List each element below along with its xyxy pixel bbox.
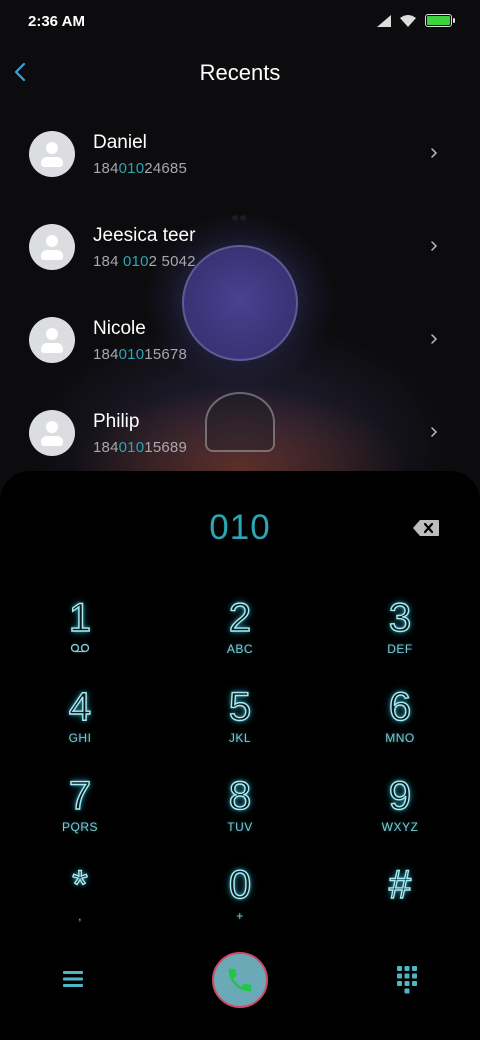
key-8[interactable]: 8 TUV bbox=[185, 773, 295, 854]
status-bar: 2:36 AM bbox=[0, 0, 480, 44]
contact-number: 18401015689 bbox=[93, 439, 187, 456]
key-6[interactable]: 6 MNO bbox=[345, 684, 455, 765]
avatar bbox=[29, 131, 75, 177]
recents-list: Daniel 18401024685 Jeesica teer 184 0102… bbox=[0, 113, 480, 485]
contact-name: Nicole bbox=[93, 318, 146, 339]
contact-number: 184 0102 5042 bbox=[93, 253, 196, 270]
call-button[interactable] bbox=[212, 952, 268, 1008]
contact-number: 18401024685 bbox=[93, 160, 187, 177]
contact-number: 18401015678 bbox=[93, 346, 187, 363]
key-2[interactable]: 2 ABC bbox=[185, 595, 295, 676]
key-hash[interactable]: # bbox=[345, 862, 455, 943]
wifi-icon bbox=[400, 14, 416, 27]
contact-name: Jeesica teer bbox=[93, 225, 196, 246]
cell-signal-icon bbox=[377, 14, 391, 27]
list-item[interactable]: Nicole 18401015678 bbox=[0, 299, 480, 392]
chevron-right-icon[interactable] bbox=[426, 424, 442, 440]
list-item[interactable]: Jeesica teer 184 0102 5042 bbox=[0, 206, 480, 299]
chevron-right-icon[interactable] bbox=[426, 331, 442, 347]
status-time: 2:36 AM bbox=[28, 13, 85, 30]
key-0[interactable]: 0 + bbox=[185, 862, 295, 943]
battery-icon bbox=[425, 14, 455, 27]
avatar bbox=[29, 410, 75, 456]
dialpad-panel: 010 1 2 ABC 3 DEF 4 GHI 5 JKL 6 MNO 7 PQ… bbox=[0, 471, 480, 1040]
menu-icon[interactable] bbox=[58, 964, 88, 994]
contact-name: Philip bbox=[93, 411, 140, 432]
key-5[interactable]: 5 JKL bbox=[185, 684, 295, 765]
dialer-bottom-bar bbox=[0, 946, 480, 1016]
key-9[interactable]: 9 WXYZ bbox=[345, 773, 455, 854]
page-title: Recents bbox=[199, 60, 281, 85]
avatar bbox=[29, 317, 75, 363]
chevron-right-icon[interactable] bbox=[426, 145, 442, 161]
key-7[interactable]: 7 PQRS bbox=[25, 773, 135, 854]
key-1[interactable]: 1 bbox=[25, 595, 135, 676]
phone-icon bbox=[228, 968, 252, 992]
status-icons bbox=[377, 14, 455, 27]
chevron-right-icon[interactable] bbox=[426, 238, 442, 254]
contact-name: Daniel bbox=[93, 132, 147, 153]
voicemail-icon bbox=[70, 643, 90, 653]
key-4[interactable]: 4 GHI bbox=[25, 684, 135, 765]
dialed-number: 010 bbox=[209, 508, 271, 547]
avatar bbox=[29, 224, 75, 270]
header: Recents bbox=[0, 52, 480, 92]
list-item[interactable]: Daniel 18401024685 bbox=[0, 113, 480, 206]
key-3[interactable]: 3 DEF bbox=[345, 595, 455, 676]
key-star[interactable]: * , bbox=[25, 862, 135, 943]
keypad-grid-icon[interactable] bbox=[392, 962, 422, 996]
backspace-icon[interactable] bbox=[412, 518, 440, 538]
